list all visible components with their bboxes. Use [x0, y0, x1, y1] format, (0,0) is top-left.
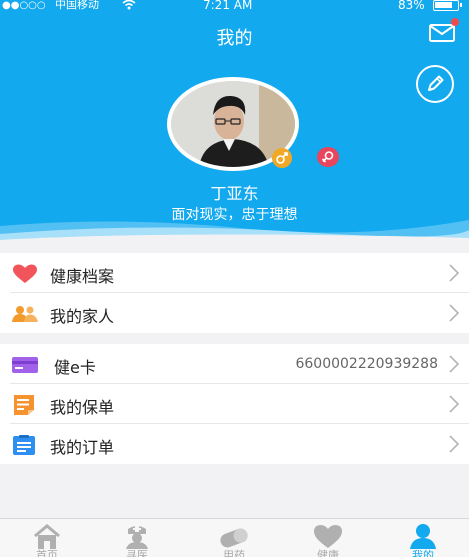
doctor-icon [126, 526, 148, 549]
pill-icon [220, 528, 248, 548]
tab-label: 寻医 [126, 549, 148, 557]
menu-item-label: 我的家人 [50, 307, 115, 326]
chevron-right-icon [449, 435, 459, 453]
tab-mine[interactable]: 我的 [376, 519, 469, 557]
female-icon [321, 151, 334, 163]
male-badge [272, 148, 292, 168]
carrier-name: 中国移动 [55, 0, 99, 11]
order-icon [13, 435, 35, 455]
menu-item-label: 健康档案 [50, 267, 115, 286]
pencil-icon [428, 75, 444, 91]
menu-item-health-card[interactable]: 健e卡 6600002220939288 [0, 344, 469, 384]
male-icon [276, 152, 288, 164]
heart-icon [314, 525, 342, 548]
tab-label: 我的 [412, 549, 434, 557]
card-number: 6600002220939288 [295, 356, 438, 372]
battery-fill [435, 2, 452, 8]
menu-item-my-policy[interactable]: 我的保单 [0, 384, 469, 424]
card-icon [12, 357, 38, 373]
tab-health[interactable]: 健康 [281, 519, 375, 557]
battery-percent: 83% [398, 0, 425, 12]
menu-item-health-record[interactable]: 健康档案 [0, 253, 469, 293]
tab-bar: 首页 寻医 用药 健康 我的 [0, 518, 469, 557]
chevron-right-icon [449, 264, 459, 282]
user-icon [410, 524, 436, 549]
tab-find-doctor[interactable]: 寻医 [90, 519, 184, 557]
menu-group-services: 健e卡 6600002220939288 我的保单 我的订单 [0, 344, 469, 464]
home-icon [34, 524, 60, 549]
battery-icon [433, 0, 462, 11]
tab-label: 首页 [36, 549, 58, 557]
status-bar: ●●○○○ 中国移动 7:21 AM 83% [0, 0, 469, 12]
family-icon [12, 306, 38, 322]
menu-item-label: 健e卡 [54, 358, 96, 377]
menu-item-label: 我的订单 [50, 438, 115, 457]
menu-item-label: 我的保单 [50, 398, 115, 417]
menu-item-my-orders[interactable]: 我的订单 [0, 424, 469, 464]
heart-icon [13, 264, 37, 283]
wifi-icon [122, 0, 136, 10]
menu-item-my-family[interactable]: 我的家人 [0, 293, 469, 333]
clock: 7:21 AM [203, 0, 253, 12]
policy-icon [14, 395, 34, 415]
profile-header: ●●○○○ 中国移动 7:21 AM 83% 我的 丁亚东 面对现实，忠于理想 [0, 0, 469, 245]
tab-medication[interactable]: 用药 [187, 519, 281, 557]
signal-strength: ●●○○○ [2, 0, 46, 11]
chevron-right-icon [449, 355, 459, 373]
page-title: 我的 [216, 28, 253, 49]
tab-label: 用药 [223, 549, 245, 557]
female-badge [317, 147, 339, 167]
menu-group-health: 健康档案 我的家人 [0, 253, 469, 333]
user-name: 丁亚东 [210, 184, 259, 203]
chevron-right-icon [449, 304, 459, 322]
tab-label: 健康 [317, 549, 339, 557]
header-wave [0, 220, 469, 245]
tab-home[interactable]: 首页 [0, 519, 94, 557]
notification-dot [451, 18, 459, 26]
edit-profile-button[interactable] [416, 65, 454, 103]
chevron-right-icon [449, 395, 459, 413]
